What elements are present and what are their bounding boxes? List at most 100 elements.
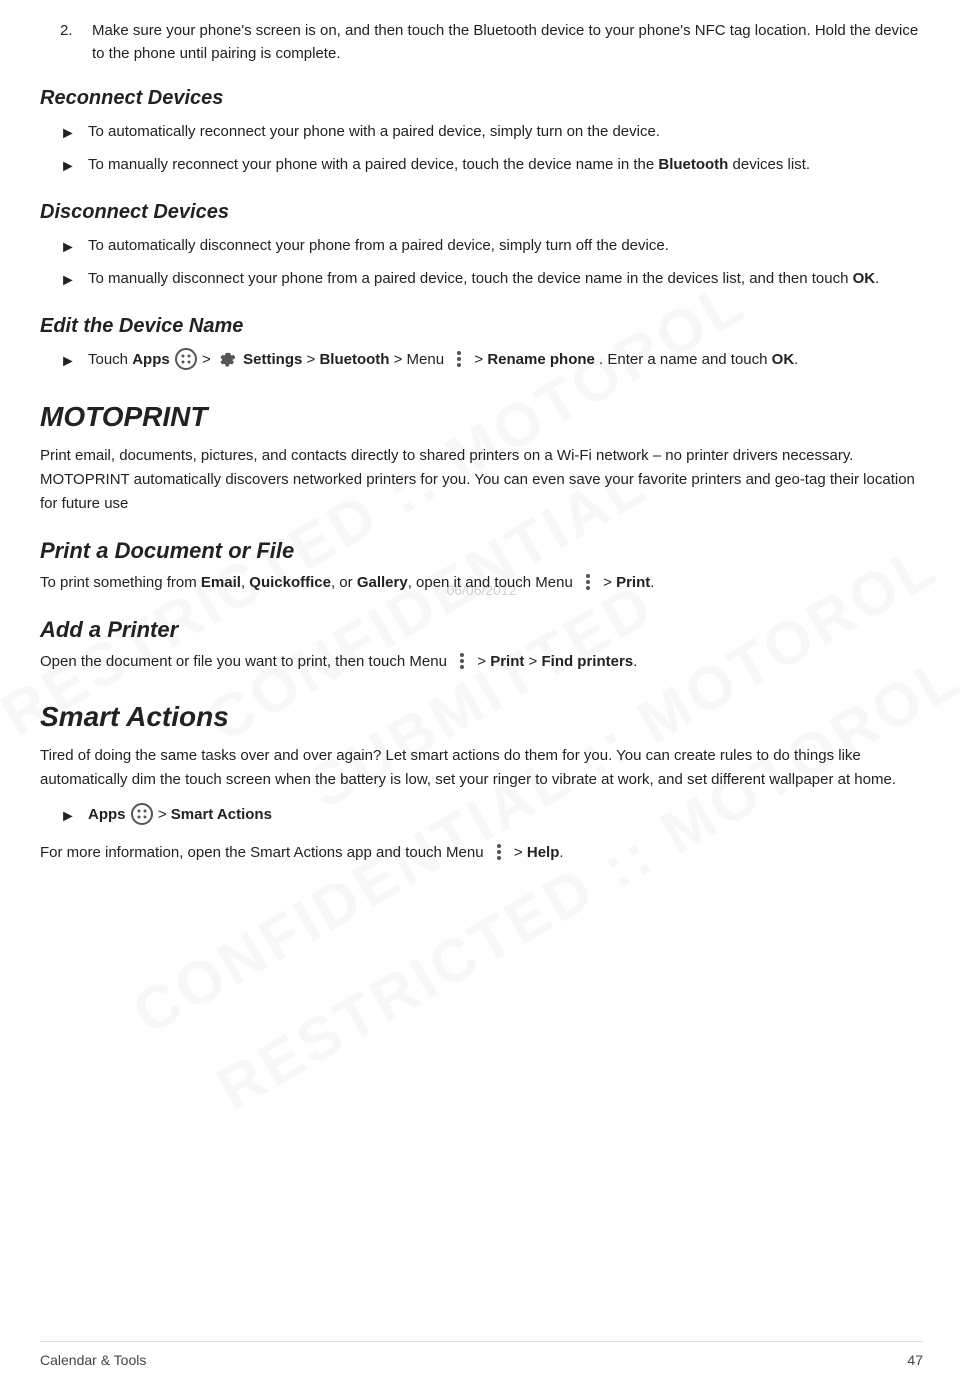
dot2 [586,580,590,584]
disconnect-bullet-1-text: To automatically disconnect your phone f… [88,235,923,258]
apps-prefix: Apps [88,806,130,823]
dot3 [460,665,464,669]
print-doc-gt: > [603,574,616,591]
item-number: 2. [60,20,84,65]
apps-circle-icon-2 [131,803,153,825]
add-printer-print: Print [490,653,524,670]
smart-actions-section: Smart Actions Tired of doing the same ta… [40,696,923,865]
reconnect-devices-section: Reconnect Devices ► To automatically rec… [40,83,923,179]
edit-device-name-section: Edit the Device Name ► Touch Apps > Sett… [40,311,923,374]
main-content: 2. Make sure your phone's screen is on, … [40,20,923,865]
footer: Calendar & Tools 47 [40,1341,923,1371]
bluetooth-label: Bluetooth [319,351,389,368]
print-document-heading: Print a Document or File [40,534,923,567]
gallery-label: Gallery [357,574,408,591]
menu-dots-icon-3 [452,650,472,672]
edit-device-bullet: ► Touch Apps > Settings > Bluetooth > Me… [60,349,923,374]
rename-label: Rename phone [487,351,595,368]
gt4: > [474,351,487,368]
print-label: Print [616,574,650,591]
add-printer-prefix: Open the document or file you want to pr… [40,653,451,670]
apps-label: Apps [132,351,170,368]
numbered-item-2: 2. Make sure your phone's screen is on, … [60,20,923,65]
smart-actions-body: Tired of doing the same tasks over and o… [40,744,923,792]
menu-dots-icon-2 [578,571,598,593]
touch-prefix: Touch [88,351,132,368]
menu-dots-icon-4 [489,841,509,863]
add-printer-body: Open the document or file you want to pr… [40,650,923,674]
reconnect-bullet-1-text: To automatically reconnect your phone wi… [88,121,923,144]
disconnect-devices-heading: Disconnect Devices [40,197,923,227]
motoprint-body: Print email, documents, pictures, and co… [40,444,923,516]
dot3 [586,586,590,590]
reconnect-bullet-1: ► To automatically reconnect your phone … [60,121,923,146]
reconnect-bullet-2-prefix: To manually reconnect your phone with a … [88,156,658,173]
bullet-arrow-icon: ► [60,269,78,293]
apps-circle-icon [175,348,197,370]
gt3: > Menu [394,351,449,368]
disconnect-bullet-2: ► To manually disconnect your phone from… [60,268,923,293]
find-printers-label: Find printers [541,653,633,670]
smart-actions-more-info: For more information, open the Smart Act… [40,841,923,865]
reconnect-bullet-2-suffix: devices list. [728,156,810,173]
motoprint-heading: MOTOPRINT [40,396,923,438]
bullet-arrow-icon: ► [60,805,78,829]
disconnect-bullet-2-bold: OK [853,270,876,287]
disconnect-bullet-2-suffix: . [875,270,879,287]
smart-actions-bullet-text: Apps > Smart Actions [88,804,923,827]
ok-suffix: . [794,351,798,368]
dot2 [460,659,464,663]
dot1 [497,844,501,848]
print-doc-prefix: To print something from [40,574,201,591]
disconnect-bullet-1: ► To automatically disconnect your phone… [60,235,923,260]
reconnect-bullet-2-bold: Bluetooth [658,156,728,173]
dot1 [460,653,464,657]
dot3 [457,363,461,367]
add-printer-suffix: . [633,653,637,670]
smart-actions-heading: Smart Actions [40,696,923,738]
gt1: > [202,351,215,368]
add-printer-gt1: > [477,653,490,670]
smart-actions-label: Smart Actions [171,806,272,823]
bullet-arrow-icon: ► [60,122,78,146]
reconnect-bullet-2-text: To manually reconnect your phone with a … [88,154,923,177]
add-printer-section: Add a Printer Open the document or file … [40,613,923,674]
gt2: > [307,351,320,368]
email-label: Email [201,574,241,591]
footer-left: Calendar & Tools [40,1350,146,1371]
help-label: Help [527,844,560,861]
bullet-arrow-icon: ► [60,350,78,374]
edit-device-name-heading: Edit the Device Name [40,311,923,341]
reconnect-devices-heading: Reconnect Devices [40,83,923,113]
item-2-text: Make sure your phone's screen is on, and… [92,20,923,65]
footer-right: 47 [907,1350,923,1371]
edit-suffix: . Enter a name and touch [599,351,772,368]
dot2 [497,850,501,854]
bullet-arrow-icon: ► [60,155,78,179]
dot2 [457,357,461,361]
print-document-section: Print a Document or File To print someth… [40,534,923,595]
edit-device-bullet-text: Touch Apps > Settings > Bluetooth > Menu [88,349,923,372]
disconnect-bullet-2-text: To manually disconnect your phone from a… [88,268,923,291]
more-info-gt2: > [514,844,527,861]
settings-icon [217,349,237,369]
dot1 [586,574,590,578]
ok-label: OK [772,351,795,368]
more-info-prefix: For more information, open the Smart Act… [40,844,488,861]
dot1 [457,351,461,355]
comma2: , or [331,574,357,591]
disconnect-devices-section: Disconnect Devices ► To automatically di… [40,197,923,293]
reconnect-bullet-2: ► To manually reconnect your phone with … [60,154,923,179]
smart-actions-gt: > [158,806,171,823]
print-doc-middle: , open it and touch Menu [408,574,577,591]
disconnect-bullet-2-prefix: To manually disconnect your phone from a… [88,270,853,287]
more-info-suffix: . [559,844,563,861]
add-printer-gt2: > [524,653,541,670]
smart-actions-bullet: ► Apps > Smart Actions [60,804,923,829]
print-doc-suffix: . [650,574,654,591]
print-document-body: To print something from Email, Quickoffi… [40,571,923,595]
bullet-arrow-icon: ► [60,236,78,260]
settings-label: Settings [243,351,302,368]
add-printer-heading: Add a Printer [40,613,923,646]
dot3 [497,856,501,860]
